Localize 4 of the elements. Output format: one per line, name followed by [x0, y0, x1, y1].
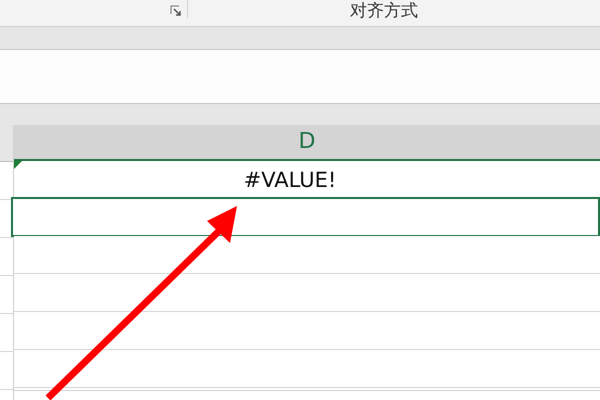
- column-header[interactable]: D: [14, 125, 600, 161]
- ribbon-group-label: 对齐方式: [350, 1, 418, 23]
- dialog-launcher-icon[interactable]: [170, 5, 182, 17]
- table-cell[interactable]: [11, 197, 600, 237]
